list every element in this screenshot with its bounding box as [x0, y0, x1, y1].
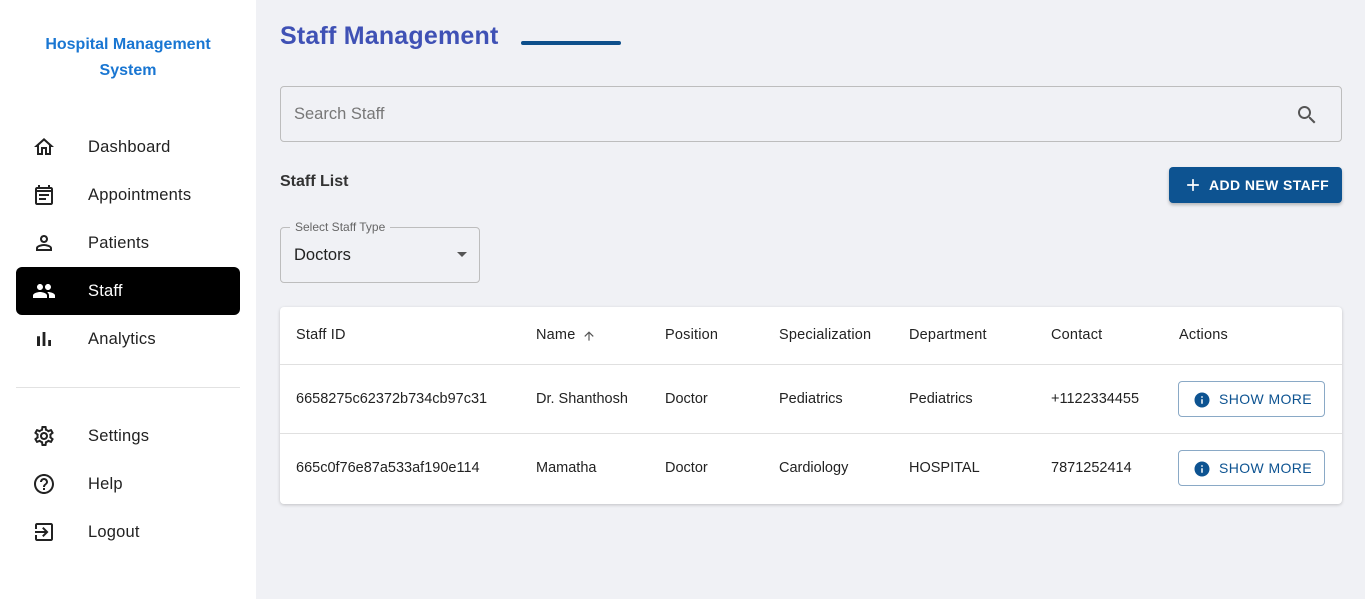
column-header-specialization[interactable]: Specialization: [779, 327, 871, 343]
search-input[interactable]: [294, 87, 1274, 141]
sidebar-item-label: Staff: [88, 282, 123, 300]
cell-department: Pediatrics: [909, 391, 973, 407]
sidebar-item-label: Patients: [88, 234, 150, 252]
show-more-label: SHOW MORE: [1219, 460, 1313, 476]
sidebar-item-analytics[interactable]: Analytics: [16, 315, 240, 363]
column-header-staff-id[interactable]: Staff ID: [296, 327, 346, 343]
cell-department: HOSPITAL: [909, 460, 980, 476]
cell-staff-id: 665c0f76e87a533af190e114: [296, 460, 480, 476]
sidebar-item-staff[interactable]: Staff: [16, 267, 240, 315]
sidebar-item-help[interactable]: Help: [16, 460, 240, 508]
column-header-contact[interactable]: Contact: [1051, 327, 1102, 343]
column-header-actions: Actions: [1179, 327, 1228, 343]
column-header-position[interactable]: Position: [665, 327, 718, 343]
cell-name: Dr. Shanthosh: [536, 391, 628, 407]
title-underline: [521, 41, 621, 45]
home-icon: [34, 138, 54, 155]
sidebar: Hospital Management System Dashboard App…: [0, 0, 256, 599]
person-icon: [36, 235, 52, 251]
cell-position: Doctor: [665, 460, 708, 476]
sidebar-item-settings[interactable]: Settings: [16, 412, 240, 460]
chevron-down-icon: [457, 252, 467, 257]
logout-icon: [35, 523, 53, 541]
info-icon: [1194, 392, 1210, 408]
cell-specialization: Cardiology: [779, 460, 849, 476]
staff-type-select[interactable]: Select Staff Type Doctors: [280, 220, 480, 283]
sidebar-item-label: Analytics: [88, 330, 156, 348]
staff-list-heading: Staff List: [280, 173, 349, 190]
cell-position: Doctor: [665, 391, 708, 407]
show-more-label: SHOW MORE: [1219, 391, 1313, 407]
sidebar-item-logout[interactable]: Logout: [16, 508, 240, 556]
brand-title: Hospital Management System: [45, 36, 211, 79]
sidebar-item-label: Help: [88, 475, 123, 493]
page-title: Staff Management: [280, 22, 499, 50]
cell-staff-id: 6658275c62372b734cb97c31: [296, 391, 488, 407]
cell-specialization: Pediatrics: [779, 391, 843, 407]
sidebar-item-dashboard[interactable]: Dashboard: [16, 123, 240, 171]
sort-ascending-icon[interactable]: [582, 329, 596, 343]
cell-contact: +1122334455: [1051, 391, 1140, 407]
column-header-name[interactable]: Name: [536, 327, 575, 343]
staff-type-value: Doctors: [294, 246, 351, 264]
help-circle-icon: [34, 474, 54, 494]
people-icon: [33, 284, 55, 298]
staff-table: Staff ID Name Position Specialization De…: [280, 307, 1342, 504]
gear-icon: [34, 426, 54, 446]
sidebar-item-label: Appointments: [88, 186, 192, 204]
row-divider: [280, 433, 1342, 434]
column-header-department[interactable]: Department: [909, 327, 987, 343]
show-more-button[interactable]: SHOW MORE: [1178, 450, 1325, 486]
info-icon: [1194, 461, 1210, 477]
row-divider: [280, 364, 1342, 365]
sidebar-item-appointments[interactable]: Appointments: [16, 171, 240, 219]
plus-icon: [1187, 179, 1199, 191]
calendar-icon: [35, 185, 53, 205]
sidebar-item-label: Dashboard: [88, 138, 171, 156]
cell-contact: 7871252414: [1051, 460, 1132, 476]
sidebar-item-label: Settings: [88, 427, 150, 445]
sidebar-item-patients[interactable]: Patients: [16, 219, 240, 267]
add-new-staff-label: ADD NEW STAFF: [1209, 177, 1330, 193]
search-field[interactable]: [280, 86, 1342, 142]
show-more-button[interactable]: SHOW MORE: [1178, 381, 1325, 417]
sidebar-item-label: Logout: [88, 523, 140, 541]
bar-chart-icon: [37, 332, 51, 346]
add-new-staff-button[interactable]: ADD NEW STAFF: [1169, 167, 1342, 203]
cell-name: Mamatha: [536, 460, 597, 476]
search-icon[interactable]: [1295, 103, 1319, 127]
sidebar-divider: [16, 387, 240, 388]
